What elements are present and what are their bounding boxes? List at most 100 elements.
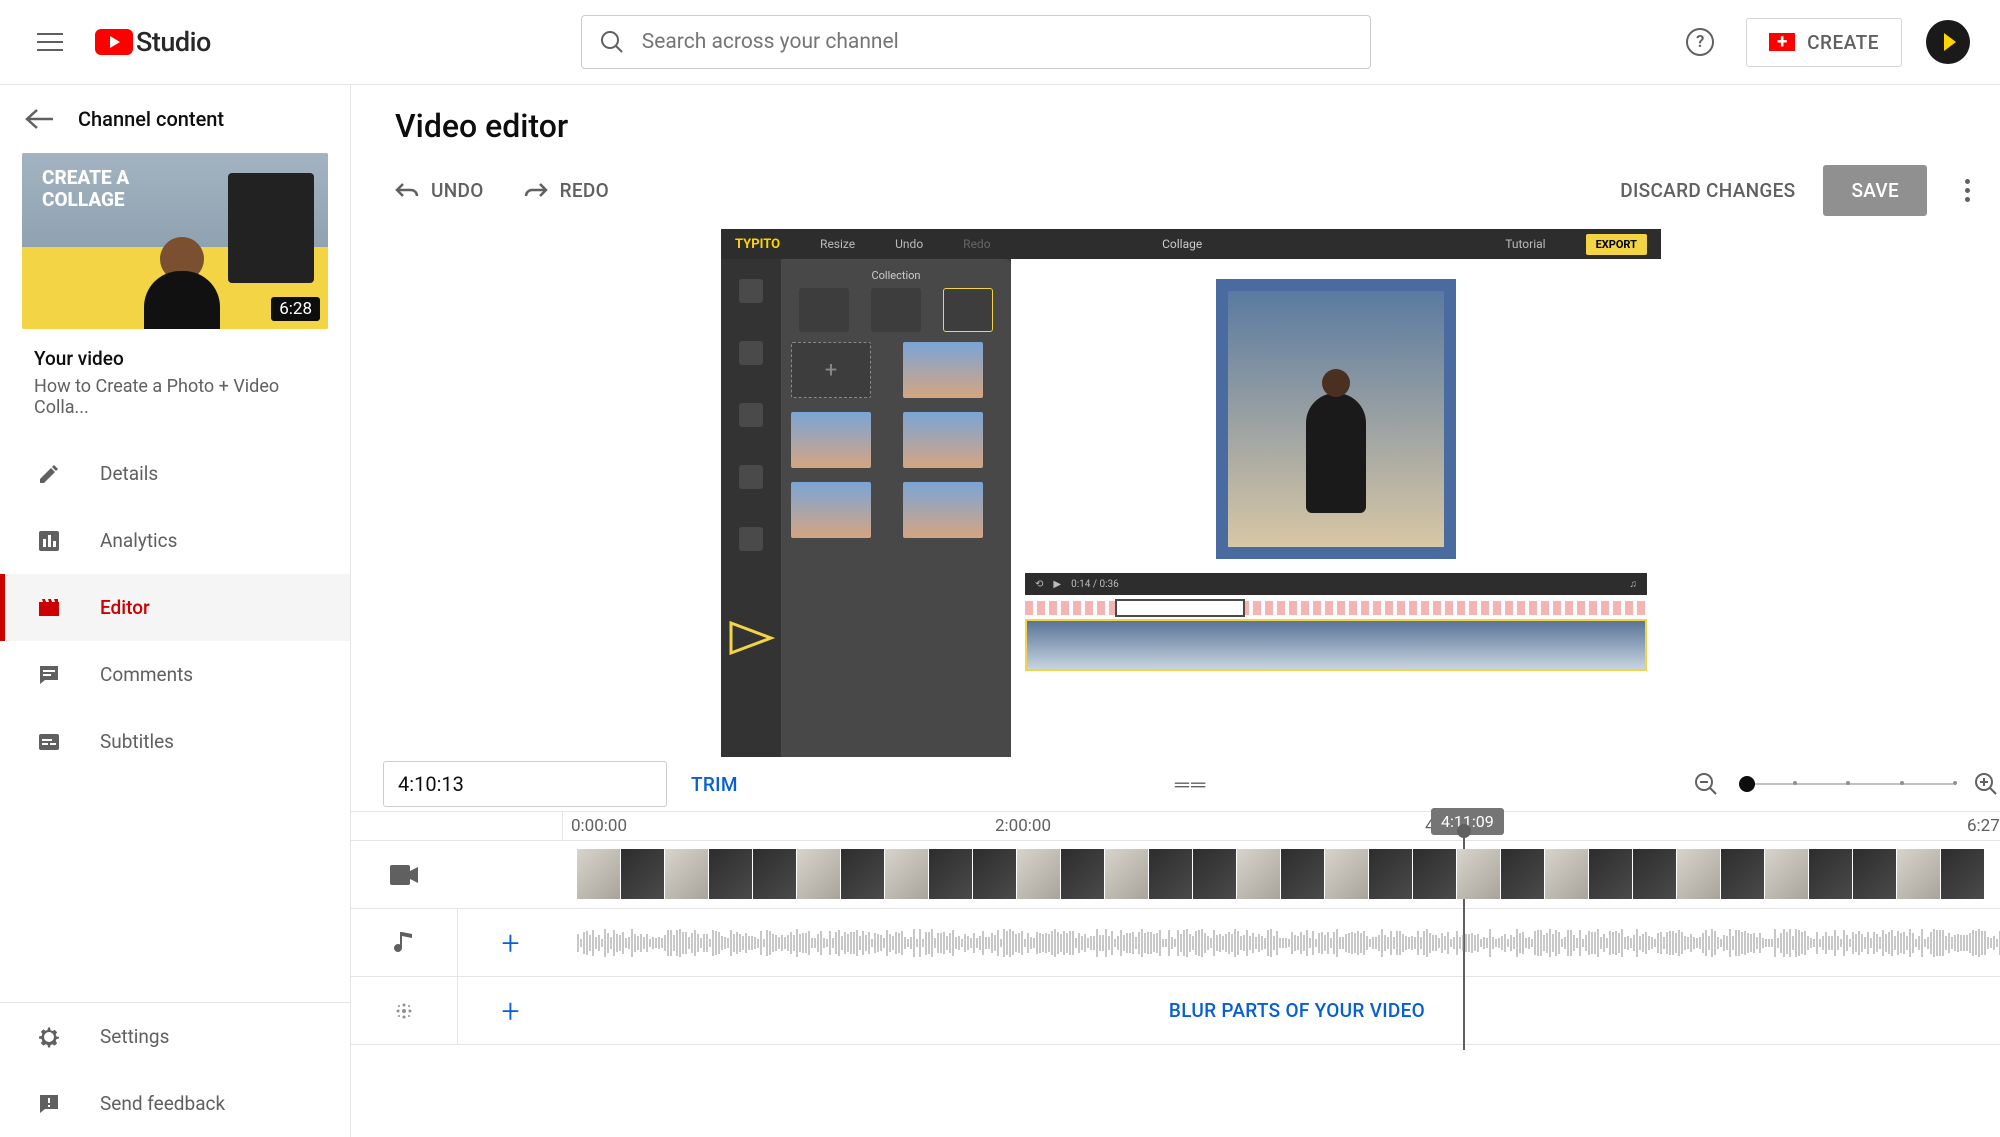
create-button[interactable]: CREATE — [1746, 18, 1902, 67]
film-icon — [34, 593, 64, 623]
sidebar-item-feedback[interactable]: Send feedback — [0, 1070, 350, 1137]
sidebar-item-analytics[interactable]: Analytics — [0, 507, 350, 574]
zoom-controls — [1693, 771, 1999, 797]
header-actions: ? CREATE — [1678, 18, 1970, 67]
sidebar: Channel content CREATE A COLLAGE 6:28 Yo… — [0, 85, 351, 1137]
page-title: Video editor — [395, 107, 1987, 145]
time-input[interactable] — [383, 761, 667, 807]
search-icon — [582, 29, 642, 55]
discard-changes-button[interactable]: DISCARD CHANGES — [1620, 179, 1795, 202]
nav-label: Editor — [100, 596, 150, 619]
nav-label: Details — [100, 462, 158, 485]
more-options-button[interactable] — [1947, 170, 1987, 210]
hamburger-icon — [37, 33, 63, 51]
undo-button[interactable]: UNDO — [395, 179, 484, 202]
your-video-heading: Your video — [34, 347, 316, 370]
search-input[interactable] — [642, 30, 1370, 54]
nav-label: Subtitles — [100, 730, 174, 753]
timeline-ruler[interactable]: 0:00:00 2:00:00 4:00:00 6:27:03 4:11:09 — [351, 812, 2000, 840]
add-blur-button[interactable]: + — [457, 977, 563, 1044]
avatar-icon — [1944, 33, 1956, 51]
help-button[interactable]: ? — [1678, 20, 1722, 64]
video-clip-strip[interactable] — [577, 849, 2000, 899]
settings-label: Settings — [100, 1025, 169, 1048]
blur-track[interactable]: + BLUR PARTS OF YOUR VIDEO — [351, 976, 2000, 1044]
preview-collection: Collection — [791, 269, 1001, 282]
youtube-studio-logo[interactable]: Studio — [95, 26, 211, 58]
preview-frame[interactable]: TYPITO Resize Undo Redo Collage Tutorial… — [721, 229, 1661, 757]
create-label: CREATE — [1807, 31, 1879, 54]
more-vertical-icon — [1965, 179, 1970, 184]
plus-icon: + — [501, 992, 519, 1030]
back-arrow-icon — [24, 108, 54, 130]
back-label: Channel content — [78, 107, 224, 131]
back-to-channel-content[interactable]: Channel content — [0, 85, 350, 153]
menu-toggle[interactable] — [30, 22, 70, 62]
sidebar-item-settings[interactable]: Settings — [0, 1003, 350, 1070]
bar-chart-icon — [34, 526, 64, 556]
preview-tutorial: Tutorial — [1505, 237, 1545, 251]
timeline: 0:00:00 2:00:00 4:00:00 6:27:03 4:11:09 — [351, 811, 2000, 1084]
search-box[interactable] — [581, 15, 1371, 69]
subtitles-icon — [34, 727, 64, 757]
preview-collage: Collage — [1162, 237, 1202, 251]
add-audio-button[interactable]: + — [457, 909, 563, 976]
zoom-slider[interactable] — [1739, 783, 1953, 785]
video-preview: TYPITO Resize Undo Redo Collage Tutorial… — [351, 229, 2000, 757]
redo-button[interactable]: REDO — [524, 179, 609, 202]
sidebar-item-comments[interactable]: Comments — [0, 641, 350, 708]
video-track[interactable] — [351, 840, 2000, 908]
sidebar-nav: Details Analytics Editor Comments Subtit… — [0, 440, 350, 775]
plus-icon: + — [501, 924, 519, 962]
preview-play-time: 0:14 / 0:36 — [1071, 579, 1119, 590]
sidebar-item-details[interactable]: Details — [0, 440, 350, 507]
redo-label: REDO — [560, 179, 609, 202]
video-info: Your video How to Create a Photo + Video… — [34, 347, 316, 418]
editor-actions: UNDO REDO DISCARD CHANGES SAVE — [395, 155, 1987, 225]
preview-export: EXPORT — [1586, 234, 1647, 255]
gear-icon — [34, 1022, 64, 1052]
trim-button[interactable]: TRIM — [691, 773, 738, 796]
thumb-title-line2: COLLAGE — [42, 189, 129, 211]
youtube-play-icon — [95, 29, 133, 55]
create-plus-icon — [1769, 33, 1795, 51]
comment-icon — [34, 660, 64, 690]
main-content: Video editor UNDO REDO DISCARD CHANGES S… — [351, 85, 2000, 1137]
preview-resize: Resize — [820, 237, 855, 251]
timeline-controls: TRIM ══ — [351, 757, 2000, 811]
blur-parts-button[interactable]: BLUR PARTS OF YOUR VIDEO — [577, 985, 2000, 1036]
ruler-label-start: 0:00:00 — [571, 816, 627, 836]
audio-track[interactable]: + — [351, 908, 2000, 976]
app-header: Studio ? CREATE — [0, 0, 2000, 85]
pencil-icon — [34, 459, 64, 489]
zoom-slider-knob[interactable] — [1739, 776, 1755, 792]
undo-label: UNDO — [431, 179, 484, 202]
redo-icon — [524, 182, 548, 198]
video-track-icon — [351, 841, 457, 908]
zoom-out-icon[interactable] — [1693, 771, 1719, 797]
preview-undo: Undo — [895, 237, 923, 251]
thumb-title-line1: CREATE A — [42, 167, 129, 189]
account-avatar[interactable] — [1926, 20, 1970, 64]
sidebar-footer: Settings Send feedback — [0, 1002, 350, 1137]
blur-icon — [351, 977, 457, 1044]
duration-badge: 6:28 — [271, 297, 320, 321]
undo-icon — [395, 182, 419, 198]
ruler-label-mid1: 2:00:00 — [995, 816, 1051, 836]
feedback-icon — [34, 1089, 64, 1119]
nav-label: Comments — [100, 663, 193, 686]
audio-waveform[interactable] — [577, 925, 2000, 961]
panel-drag-handle[interactable]: ══ — [1175, 772, 1207, 797]
preview-redo: Redo — [963, 237, 990, 251]
save-button[interactable]: SAVE — [1823, 165, 1927, 216]
sidebar-item-editor[interactable]: Editor — [0, 574, 350, 641]
preview-brand: TYPITO — [735, 237, 780, 252]
video-title: How to Create a Photo + Video Colla... — [34, 376, 316, 418]
zoom-in-icon[interactable] — [1973, 771, 1999, 797]
sidebar-item-subtitles[interactable]: Subtitles — [0, 708, 350, 775]
feedback-label: Send feedback — [100, 1092, 225, 1115]
logo-text: Studio — [136, 26, 211, 58]
video-thumbnail[interactable]: CREATE A COLLAGE 6:28 — [22, 153, 328, 329]
music-note-icon — [351, 909, 457, 976]
help-icon: ? — [1686, 28, 1714, 56]
